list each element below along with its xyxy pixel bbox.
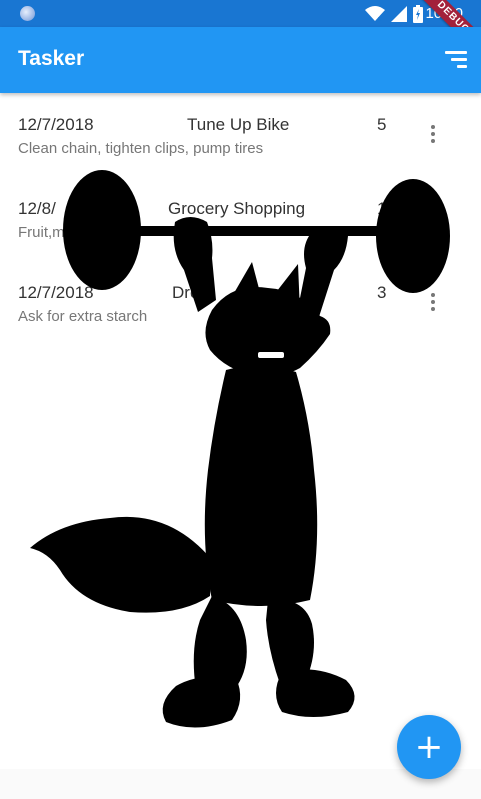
- task-count: 3: [377, 283, 387, 302]
- bottom-bar: [0, 769, 481, 799]
- task-date: 12/8/: [18, 199, 56, 218]
- notification-icon: [20, 6, 35, 21]
- task-title: Tune Up Bike: [187, 115, 290, 134]
- task-description: Fruit,m: [18, 224, 65, 241]
- svg-text:x: x: [378, 16, 382, 22]
- task-title: Dro: [172, 283, 200, 302]
- task-description: Ask for extra starch: [18, 308, 148, 325]
- task-row[interactable]: 12/8/ Grocery Shopping 1 Fruit,m: [0, 177, 481, 261]
- task-description: Clean chain, tighten clips, pump tires: [18, 140, 264, 157]
- status-bar: x 10:30 DEBUG: [0, 0, 481, 60]
- signal-icon: [391, 6, 407, 22]
- app-bar: Tasker: [0, 27, 481, 93]
- more-vert-icon: [424, 293, 442, 311]
- task-title: Grocery Shopping: [168, 199, 306, 218]
- task-date: 12/7/2018: [18, 115, 94, 134]
- task-count: 1: [377, 199, 387, 218]
- app-title: Tasker: [18, 47, 85, 70]
- more-options-button[interactable]: [424, 291, 442, 315]
- status-icons: x: [365, 4, 423, 24]
- task-row[interactable]: 12/7/2018 Dro 3 Ask for extra starch: [0, 261, 481, 345]
- more-vert-icon: [424, 125, 442, 143]
- add-icon: +: [414, 727, 444, 767]
- task-list: 12/7/2018 Tune Up Bike 5 Clean chain, ti…: [0, 93, 481, 345]
- sort-button[interactable]: [439, 47, 467, 73]
- battery-icon: [413, 5, 423, 23]
- add-task-button[interactable]: +: [397, 715, 461, 779]
- more-vert-icon: [424, 209, 442, 227]
- more-options-button[interactable]: [424, 123, 442, 147]
- task-row[interactable]: 12/7/2018 Tune Up Bike 5 Clean chain, ti…: [0, 93, 481, 177]
- task-count: 5: [377, 115, 387, 134]
- wifi-icon: x: [365, 6, 385, 22]
- task-date: 12/7/2018: [18, 283, 94, 302]
- more-options-button[interactable]: [424, 207, 442, 231]
